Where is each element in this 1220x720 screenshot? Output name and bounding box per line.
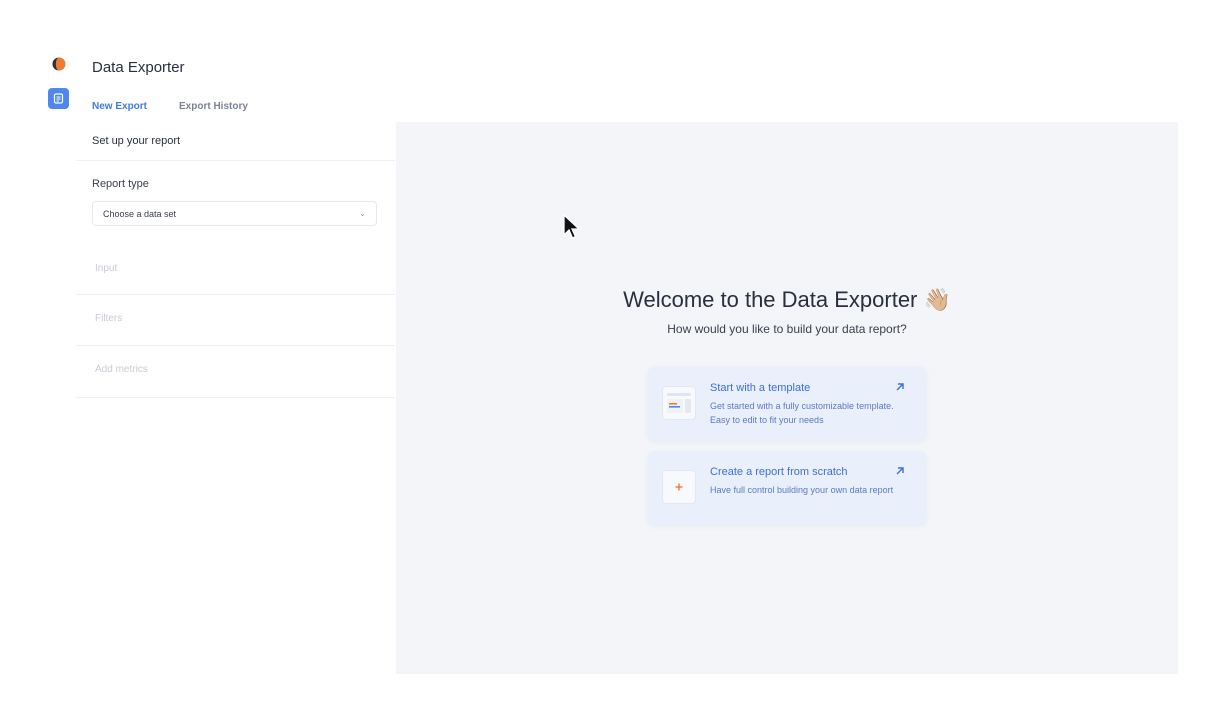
divider (76, 397, 395, 398)
divider (76, 294, 395, 295)
step-filters: Filters (95, 313, 123, 324)
document-icon (53, 93, 64, 104)
data-exporter-nav-button[interactable] (48, 88, 69, 109)
welcome-subtitle: How would you like to build your data re… (667, 322, 907, 336)
welcome-panel: Welcome to the Data Exporter 👋🏼 How woul… (396, 122, 1178, 674)
scratch-card[interactable]: Create a report from scratch Have full c… (648, 451, 926, 524)
template-thumbnail-icon (662, 386, 696, 420)
page-title: Data Exporter (92, 59, 185, 76)
tab-export-history[interactable]: Export History (163, 97, 264, 122)
tab-bar: New Export Export History (76, 97, 264, 124)
plus-icon (662, 470, 696, 504)
report-setup-panel: Set up your report Report type Choose a … (76, 122, 395, 674)
scratch-card-title: Create a report from scratch (710, 466, 848, 478)
step-input: Input (95, 263, 118, 274)
tab-new-export[interactable]: New Export (76, 97, 164, 124)
report-type-select[interactable]: Choose a data set ⌄ (92, 201, 377, 226)
template-card-description: Get started with a fully customizable te… (710, 401, 894, 425)
divider (76, 345, 395, 346)
step-add-metrics: Add metrics (95, 364, 148, 375)
divider (76, 160, 395, 161)
template-card-title: Start with a template (710, 382, 811, 394)
chevron-down-icon: ⌄ (359, 209, 366, 218)
arrow-up-right-icon (896, 467, 904, 475)
template-card[interactable]: Start with a template Get started with a… (648, 367, 926, 440)
mouse-cursor-icon (563, 214, 581, 239)
welcome-title: Welcome to the Data Exporter 👋🏼 (623, 287, 951, 312)
scratch-card-description: Have full control building your own data… (710, 485, 894, 495)
arrow-up-right-icon (896, 383, 904, 391)
report-type-label: Report type (92, 178, 149, 190)
report-type-value: Choose a data set (103, 208, 177, 219)
section-title: Set up your report (92, 135, 181, 147)
app-logo-icon (52, 57, 66, 71)
